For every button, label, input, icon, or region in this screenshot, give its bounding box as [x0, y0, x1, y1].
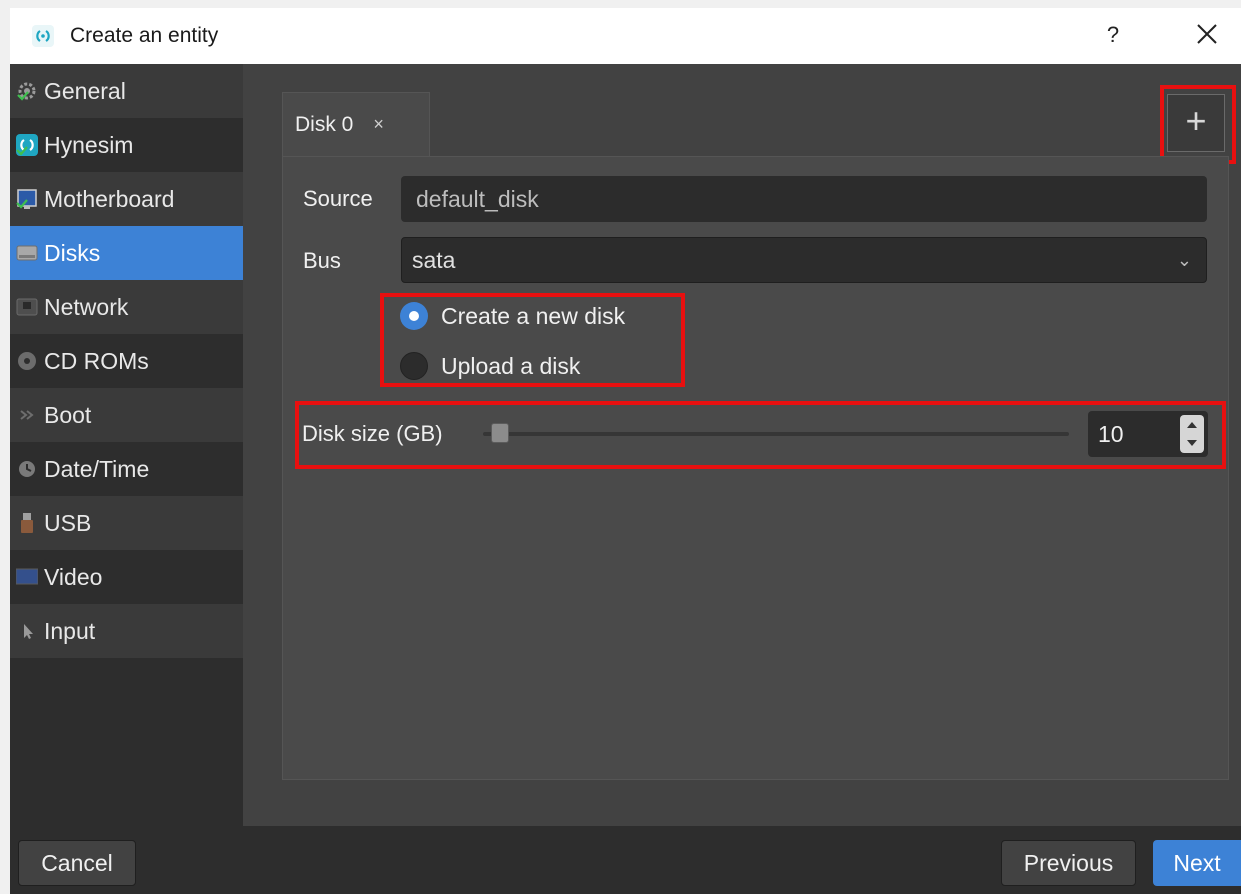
network-icon — [16, 298, 38, 316]
bus-select[interactable]: sata ⌄ — [401, 237, 1207, 283]
boot-icon — [20, 410, 34, 420]
cancel-button[interactable]: Cancel — [18, 840, 136, 886]
sidebar-item-label: Boot — [44, 401, 92, 428]
title-bar: Create an entity ? — [10, 8, 1241, 64]
sidebar-item-hynesim[interactable]: Hynesim — [10, 118, 243, 172]
sidebar-item-boot[interactable]: Boot — [10, 388, 243, 442]
highlight-box-radio — [380, 293, 685, 387]
disk-icon — [16, 245, 38, 261]
hynesim-logo-icon — [16, 134, 38, 156]
sidebar-item-usb[interactable]: USB — [10, 496, 243, 550]
sidebar-item-label: CD ROMs — [44, 347, 149, 374]
previous-button[interactable]: Previous — [1001, 840, 1136, 886]
help-button[interactable]: ? — [1098, 18, 1128, 52]
window-title: Create an entity — [70, 24, 219, 47]
disk-panel: Source default_disk Bus sata ⌄ Create a … — [282, 156, 1229, 780]
highlight-box-disk-size — [295, 401, 1226, 469]
highlight-box-add — [1160, 85, 1236, 164]
footer: Cancel Previous Next — [10, 826, 1241, 894]
sidebar-item-label: General — [44, 77, 126, 104]
monitor-icon — [16, 568, 38, 585]
sidebar-item-cd-roms[interactable]: CD ROMs — [10, 334, 243, 388]
sidebar-item-motherboard[interactable]: Motherboard — [10, 172, 243, 226]
next-button[interactable]: Next — [1153, 840, 1241, 886]
sidebar-item-date-time[interactable]: Date/Time — [10, 442, 243, 496]
sidebar-item-label: Date/Time — [44, 455, 150, 482]
sidebar-item-label: USB — [44, 509, 92, 536]
sidebar-item-label: Input — [44, 617, 96, 644]
motherboard-icon — [16, 189, 37, 209]
sidebar-item-label: Motherboard — [44, 185, 175, 212]
sidebar-item-disks[interactable]: Disks — [10, 226, 243, 280]
source-label: Source — [303, 186, 373, 211]
tab-label: Disk 0 — [295, 112, 354, 136]
tab-disk-0[interactable]: Disk 0 × — [282, 92, 430, 156]
hynesim-logo-icon — [32, 25, 54, 47]
tab-close-icon[interactable]: × — [373, 114, 384, 135]
usb-icon — [21, 513, 33, 533]
chevron-down-icon: ⌄ — [1176, 250, 1192, 270]
cdrom-icon — [18, 352, 36, 370]
sidebar-item-label: Disks — [44, 239, 101, 266]
sidebar: General Hynesim Motherboard Disks Networ… — [10, 64, 243, 826]
clock-icon — [19, 461, 35, 477]
sidebar-item-label: Hynesim — [44, 131, 134, 158]
sidebar-item-input[interactable]: Input — [10, 604, 243, 658]
cursor-icon — [24, 624, 33, 639]
bus-label: Bus — [303, 248, 341, 273]
sidebar-item-video[interactable]: Video — [10, 550, 243, 604]
sidebar-item-label: Video — [44, 563, 103, 590]
gear-icon — [17, 82, 36, 101]
bus-select-value: sata — [412, 247, 456, 273]
close-icon[interactable] — [1193, 20, 1221, 48]
source-field[interactable]: default_disk — [401, 176, 1207, 222]
sidebar-item-general[interactable]: General — [10, 64, 243, 118]
main-content: Disk 0 × + Source default_disk Bus sata … — [243, 64, 1241, 826]
sidebar-item-network[interactable]: Network — [10, 280, 243, 334]
create-entity-dialog: Create an entity ? General Hynesim Mothe… — [10, 8, 1241, 894]
sidebar-item-label: Network — [44, 293, 129, 320]
